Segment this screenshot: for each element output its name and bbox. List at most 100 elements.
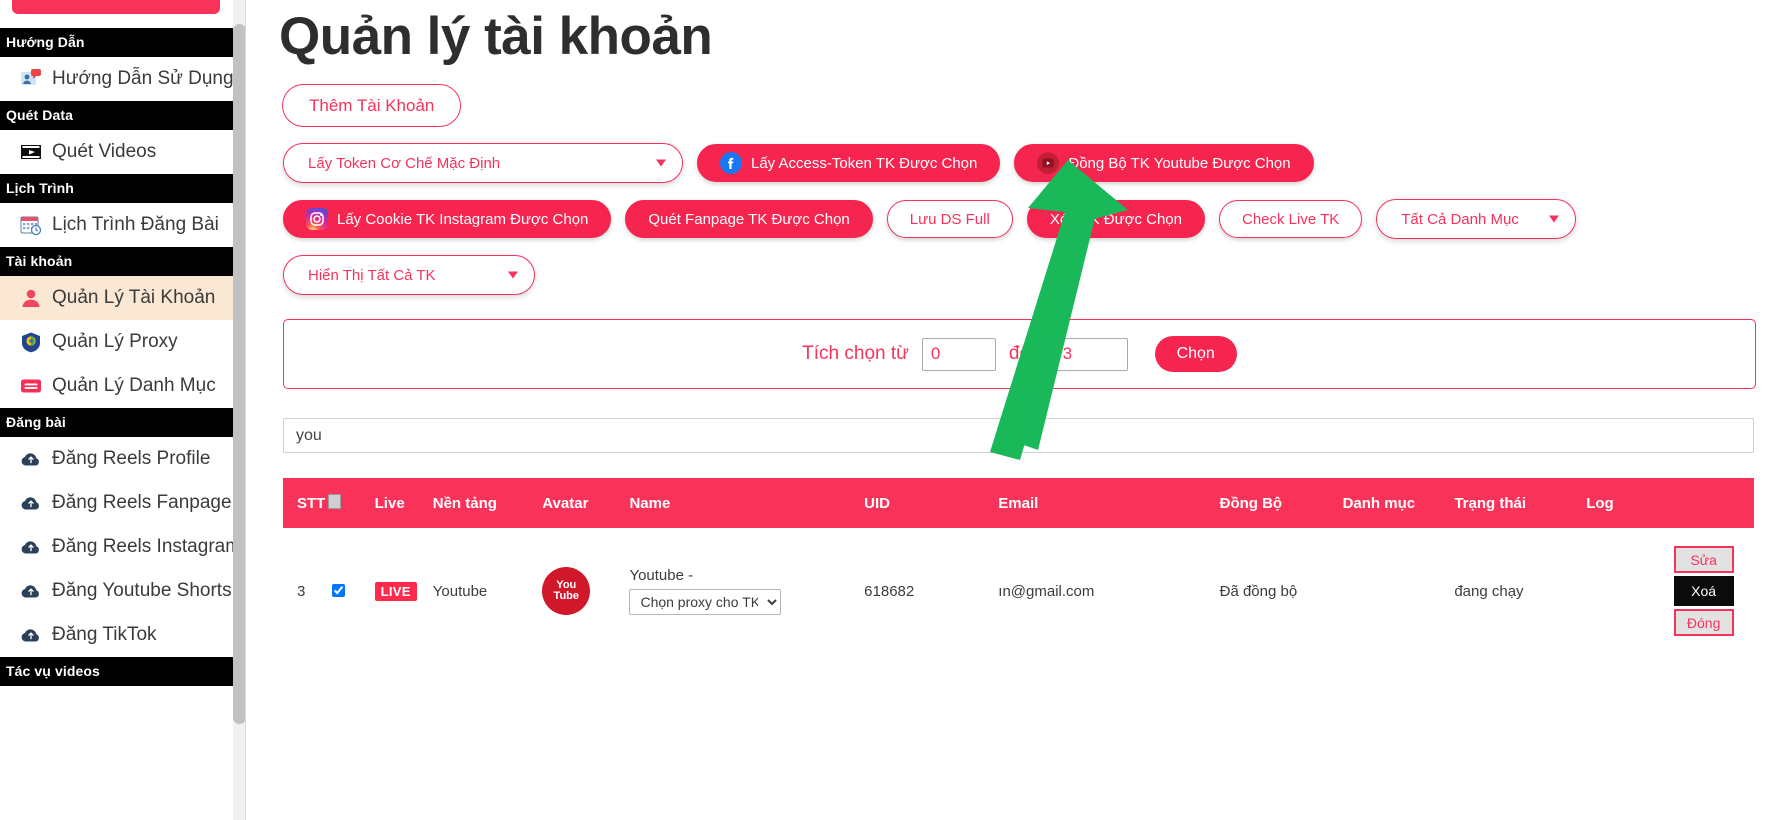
sidebar-top-partial-button[interactable]: [12, 0, 220, 14]
range-to-label: đến: [1008, 343, 1041, 364]
shield-icon: [20, 331, 42, 353]
table-row: 3 LIVE Youtube You Tube Youtube - Chọn proxy c…: [283, 528, 1754, 654]
sidebar-item-label: Quản Lý Danh Mục: [52, 375, 216, 396]
range-confirm-button[interactable]: Chọn: [1154, 336, 1237, 372]
show-all-accounts-select[interactable]: Hiển Thị Tất Cả TK: [283, 255, 535, 295]
cloud-upload-icon: [20, 492, 42, 514]
sidebar-item-label: Lịch Trình Đăng Bài: [52, 214, 219, 235]
chevron-down-icon: [508, 271, 518, 279]
sidebar-item-label: Đăng Reels Profile: [52, 448, 211, 469]
select-all-checkbox[interactable]: [327, 493, 341, 509]
sidebar-item-label: Quét Videos: [52, 141, 157, 162]
col-header-sync: Đồng Bộ: [1219, 478, 1343, 528]
col-header-platform: Nền tảng: [432, 478, 543, 528]
col-header-email: Email: [998, 478, 1220, 528]
accounts-table: STT Live Nền tảng Avatar Name UID Email …: [283, 478, 1754, 654]
cell-log: [1586, 528, 1653, 654]
row-checkbox[interactable]: [331, 584, 345, 597]
sidebar-group-header: Hướng Dẫn: [0, 28, 233, 57]
sidebar-item-2-g3[interactable]: Quản Lý Danh Mục: [0, 364, 233, 408]
cell-select[interactable]: [328, 528, 375, 654]
row-edit-button[interactable]: Sửa: [1673, 546, 1734, 573]
add-account-button[interactable]: Thêm Tài Khoản: [282, 84, 462, 127]
sidebar: Hướng Dẫn Hướng Dẫn Sử Dụng Quét Data Quét …: [0, 0, 246, 820]
col-header-avatar: Avatar: [542, 478, 630, 528]
sync-youtube-button[interactable]: Đồng Bộ TK Youtube Được Chọn: [1014, 144, 1314, 182]
save-full-list-button[interactable]: Lưu DS Full: [886, 200, 1013, 238]
delete-selected-label: Xóa TK Được Chọn: [1049, 210, 1182, 228]
sidebar-item-0-g1[interactable]: Quét Videos: [0, 130, 233, 174]
range-selection-panel: Tích chọn từ đến Chọn: [283, 319, 1756, 389]
sidebar-item-0-g4[interactable]: Đăng Reels Profile: [0, 437, 233, 481]
sidebar-item-2-g4[interactable]: Đăng Reels Instagram: [0, 525, 241, 569]
token-mode-select-value: Lấy Token Cơ Chế Mặc Định: [308, 154, 501, 172]
youtube-icon: [1037, 152, 1060, 174]
get-access-token-button[interactable]: Lấy Access-Token TK Được Chọn: [697, 144, 1001, 182]
sidebar-item-label: Quản Lý Proxy: [52, 331, 178, 352]
col-header-log: Log: [1586, 478, 1654, 528]
col-header-category: Danh mục: [1342, 478, 1455, 528]
sidebar-group-header: Lịch Trình: [0, 174, 233, 203]
sidebar-item-0-g0[interactable]: Hướng Dẫn Sử Dụng: [0, 57, 234, 101]
sidebar-item-1-g3[interactable]: Quản Lý Proxy: [0, 320, 233, 364]
token-mode-select[interactable]: Lấy Token Cơ Chế Mặc Định: [283, 143, 683, 183]
save-full-list-label: Lưu DS Full: [909, 210, 990, 228]
range-to-input[interactable]: [1053, 337, 1128, 371]
scan-fanpage-label: Quét Fanpage TK Được Chọn: [648, 210, 850, 228]
cell-name: Youtube - Chọn proxy cho TK: [629, 528, 864, 654]
sidebar-item-label: Đăng Reels Fanpage: [52, 492, 232, 513]
chevron-down-icon: [1549, 215, 1560, 223]
category-select[interactable]: Tất Cả Danh Mục: [1376, 199, 1577, 239]
sidebar-group-header: Quét Data: [0, 101, 233, 130]
sidebar-item-label: Đăng Youtube Shorts: [52, 580, 232, 601]
chevron-down-icon: [656, 159, 666, 167]
facebook-icon: [720, 152, 742, 174]
get-cookie-instagram-button[interactable]: Lấy Cookie TK Instagram Được Chọn: [283, 200, 612, 238]
scan-fanpage-button[interactable]: Quét Fanpage TK Được Chọn: [625, 200, 873, 238]
youtube-avatar-icon: You Tube: [542, 567, 591, 615]
col-header-uid: UID: [864, 478, 999, 528]
col-header-status: Trạng thái: [1454, 478, 1587, 528]
table-body: 3 LIVE Youtube You Tube Youtube - Chọn proxy c…: [283, 528, 1754, 654]
get-cookie-instagram-label: Lấy Cookie TK Instagram Được Chọn: [337, 210, 589, 228]
cloud-upload-icon: [20, 580, 42, 602]
cell-platform: Youtube: [432, 582, 488, 600]
get-access-token-label: Lấy Access-Token TK Được Chọn: [751, 154, 978, 172]
sidebar-item-label: Đăng Reels Instagram: [52, 536, 242, 557]
col-header-select-all[interactable]: [327, 478, 375, 528]
list-icon: [20, 375, 42, 397]
sidebar-group-header: Tài khoản: [0, 247, 233, 276]
row-close-button[interactable]: Đóng: [1673, 609, 1734, 636]
cloud-upload-icon: [20, 536, 42, 558]
check-live-button[interactable]: Check Live TK: [1219, 200, 1363, 238]
sidebar-item-3-g4[interactable]: Đăng Youtube Shorts: [0, 569, 233, 613]
cell-category: [1343, 528, 1455, 654]
delete-selected-button[interactable]: Xóa TK Được Chọn: [1026, 200, 1205, 238]
row-delete-button[interactable]: Xoá: [1673, 576, 1734, 606]
sidebar-divider: [245, 0, 246, 820]
category-select-value: Tất Cả Danh Mục: [1401, 210, 1519, 228]
sidebar-item-4-g4[interactable]: Đăng TikTok: [0, 613, 233, 657]
col-header-name: Name: [629, 478, 865, 528]
cloud-upload-icon: [20, 448, 42, 470]
sidebar-item-label: Đăng TikTok: [52, 624, 157, 645]
account-name: Youtube -: [629, 567, 694, 584]
table-header: STT Live Nền tảng Avatar Name UID Email …: [283, 478, 1754, 528]
table-search-input[interactable]: [283, 418, 1754, 453]
cell-stt: 3: [297, 582, 306, 600]
range-from-label: Tích chọn từ: [802, 343, 909, 364]
range-from-input[interactable]: [921, 337, 996, 371]
calendar-icon: [20, 214, 42, 236]
avatar-line-2: Tube: [553, 590, 580, 602]
sidebar-item-0-g2[interactable]: Lịch Trình Đăng Bài: [0, 203, 233, 247]
tutorial-icon: [20, 68, 42, 90]
cell-uid: 618682: [864, 582, 915, 600]
toolbar-row-3: Hiển Thị Tất Cả TK: [259, 255, 1780, 295]
add-account-label: Thêm Tài Khoản: [309, 95, 435, 115]
show-all-accounts-value: Hiển Thị Tất Cả TK: [308, 266, 436, 284]
sidebar-item-0-g3[interactable]: Quản Lý Tài Khoản: [0, 276, 233, 320]
instagram-icon: [306, 208, 328, 230]
toolbar-row-2: Lấy Cookie TK Instagram Được Chọn Quét F…: [259, 199, 1780, 239]
sidebar-item-1-g4[interactable]: Đăng Reels Fanpage: [0, 481, 233, 525]
proxy-select[interactable]: Chọn proxy cho TK: [629, 589, 782, 615]
